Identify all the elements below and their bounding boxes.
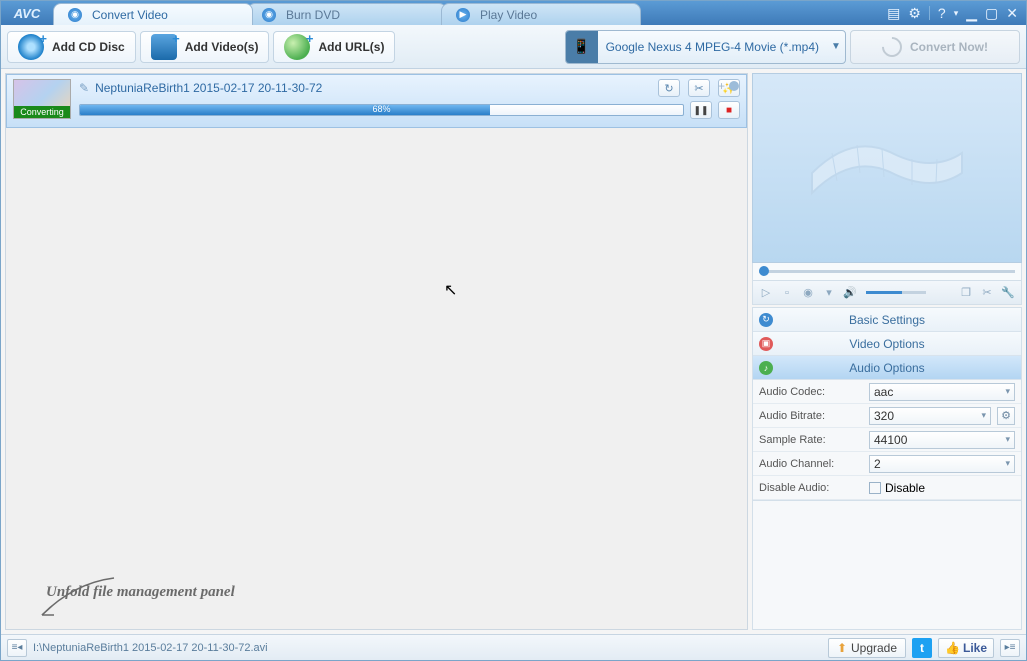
profile-label: Google Nexus 4 MPEG-4 Movie (*.mp4) — [598, 40, 827, 54]
tab-convert-video[interactable]: ◉ Convert Video — [53, 3, 253, 25]
disable-audio-label: Disable Audio: — [759, 482, 863, 494]
output-path: I:\NeptuniaReBirth1 2015-02-17 20-11-30-… — [33, 642, 268, 654]
audio-icon: ♪ — [759, 361, 773, 375]
basic-settings-header[interactable]: ↻ Basic Settings — [753, 308, 1021, 332]
disc-icon: ◉ — [68, 8, 82, 22]
button-label: Convert Now! — [910, 40, 988, 54]
tab-play-video[interactable]: ▶ Play Video — [441, 3, 641, 25]
status-dot-icon — [729, 81, 739, 91]
tab-label: Burn DVD — [286, 8, 340, 22]
audio-bitrate-label: Audio Bitrate: — [759, 410, 863, 422]
app-logo: AVC — [1, 1, 53, 25]
pause-button[interactable]: ❚❚ — [690, 101, 712, 119]
conversion-item-row[interactable]: Converting ✎ NeptuniaReBirth1 2015-02-17… — [6, 74, 747, 128]
mouse-cursor-icon: ↖ — [444, 280, 457, 300]
rotate-button[interactable]: ↻ — [658, 79, 680, 97]
disc-icon: ◉ — [262, 8, 276, 22]
snapshot-button[interactable]: ◉ — [799, 284, 817, 302]
file-list-pane: + Converting ✎ NeptuniaReBirth1 2015-02-… — [5, 73, 748, 630]
section-label: Video Options — [849, 337, 924, 351]
cd-icon: + — [18, 34, 44, 60]
tab-label: Play Video — [480, 8, 537, 22]
close-icon[interactable]: ✕ — [1006, 5, 1018, 22]
button-label: Add URL(s) — [318, 40, 384, 54]
audio-bitrate-select[interactable]: 320▾ — [869, 407, 991, 425]
volume-icon[interactable]: 🔊 — [841, 284, 859, 302]
progress-bar: 68% — [79, 104, 684, 116]
converting-badge: Converting — [14, 106, 70, 118]
video-icon: ▣ — [759, 337, 773, 351]
upgrade-button[interactable]: ⬆Upgrade — [828, 638, 906, 658]
twitter-button[interactable]: t — [912, 638, 932, 658]
stop-button[interactable]: ■ — [718, 101, 740, 119]
maximize-icon[interactable]: ▢ — [985, 5, 998, 22]
chevron-down-icon[interactable]: ▾ — [954, 8, 959, 19]
gear-icon[interactable]: ⚙ — [908, 5, 921, 22]
audio-codec-label: Audio Codec: — [759, 386, 863, 398]
scissors-icon[interactable]: ✂ — [978, 284, 996, 302]
add-urls-button[interactable]: + Add URL(s) — [273, 31, 395, 63]
next-button[interactable]: ▸≡ — [1000, 639, 1020, 657]
add-videos-button[interactable]: + Add Video(s) — [140, 31, 270, 63]
button-label: Add CD Disc — [52, 40, 125, 54]
disable-audio-text: Disable — [885, 481, 925, 495]
settings-icon: ↻ — [759, 313, 773, 327]
convert-now-button[interactable]: Convert Now! — [850, 30, 1020, 64]
play-icon: ▶ — [456, 8, 470, 22]
tab-label: Convert Video — [92, 8, 168, 22]
preview-panel — [752, 73, 1022, 263]
preview-seek-slider[interactable] — [752, 263, 1022, 281]
video-thumbnail: Converting — [13, 79, 71, 119]
help-icon[interactable]: ? — [938, 5, 946, 21]
file-name: NeptuniaReBirth1 2015-02-17 20-11-30-72 — [95, 81, 322, 95]
annotation-arrow-icon — [34, 573, 124, 623]
sample-rate-label: Sample Rate: — [759, 434, 863, 446]
section-label: Basic Settings — [849, 313, 925, 327]
disable-audio-checkbox[interactable] — [869, 482, 881, 494]
section-label: Audio Options — [849, 361, 924, 375]
volume-slider[interactable] — [866, 291, 926, 294]
open-button[interactable]: ▾ — [820, 284, 838, 302]
add-item-icon[interactable]: + — [718, 79, 725, 93]
panel-toggle-button[interactable]: ≡◂ — [7, 639, 27, 657]
edit-icon[interactable]: ✎ — [79, 81, 89, 95]
audio-codec-select[interactable]: aac▾ — [869, 383, 1015, 401]
button-label: Add Video(s) — [185, 40, 259, 54]
tab-burn-dvd[interactable]: ◉ Burn DVD — [247, 3, 447, 25]
stop-preview-button[interactable]: ▫ — [778, 284, 796, 302]
chevron-down-icon: ▼ — [827, 41, 845, 52]
audio-options-header[interactable]: ♪ Audio Options — [753, 356, 1021, 380]
film-icon: + — [151, 34, 177, 60]
minimize-icon[interactable]: ▁ — [966, 5, 977, 22]
audio-channel-select[interactable]: 2▾ — [869, 455, 1015, 473]
menu-icon[interactable]: ▤ — [887, 5, 900, 22]
bitrate-settings-button[interactable]: ⚙ — [997, 407, 1015, 425]
copy-button[interactable]: ❐ — [957, 284, 975, 302]
device-icon: 📱 — [566, 31, 598, 63]
output-profile-dropdown[interactable]: 📱 Google Nexus 4 MPEG-4 Movie (*.mp4) ▼ — [565, 30, 846, 64]
wrench-icon[interactable]: 🔧 — [999, 284, 1017, 302]
progress-percent: 68% — [80, 104, 683, 114]
play-button[interactable]: ▷ — [757, 284, 775, 302]
sample-rate-select[interactable]: 44100▾ — [869, 431, 1015, 449]
filmstrip-icon — [802, 123, 972, 213]
facebook-like-button[interactable]: 👍Like — [938, 638, 994, 658]
refresh-icon — [878, 32, 906, 60]
video-options-header[interactable]: ▣ Video Options — [753, 332, 1021, 356]
cut-button[interactable]: ✂ — [688, 79, 710, 97]
audio-channel-label: Audio Channel: — [759, 458, 863, 470]
add-cd-disc-button[interactable]: + Add CD Disc — [7, 31, 136, 63]
globe-icon: + — [284, 34, 310, 60]
